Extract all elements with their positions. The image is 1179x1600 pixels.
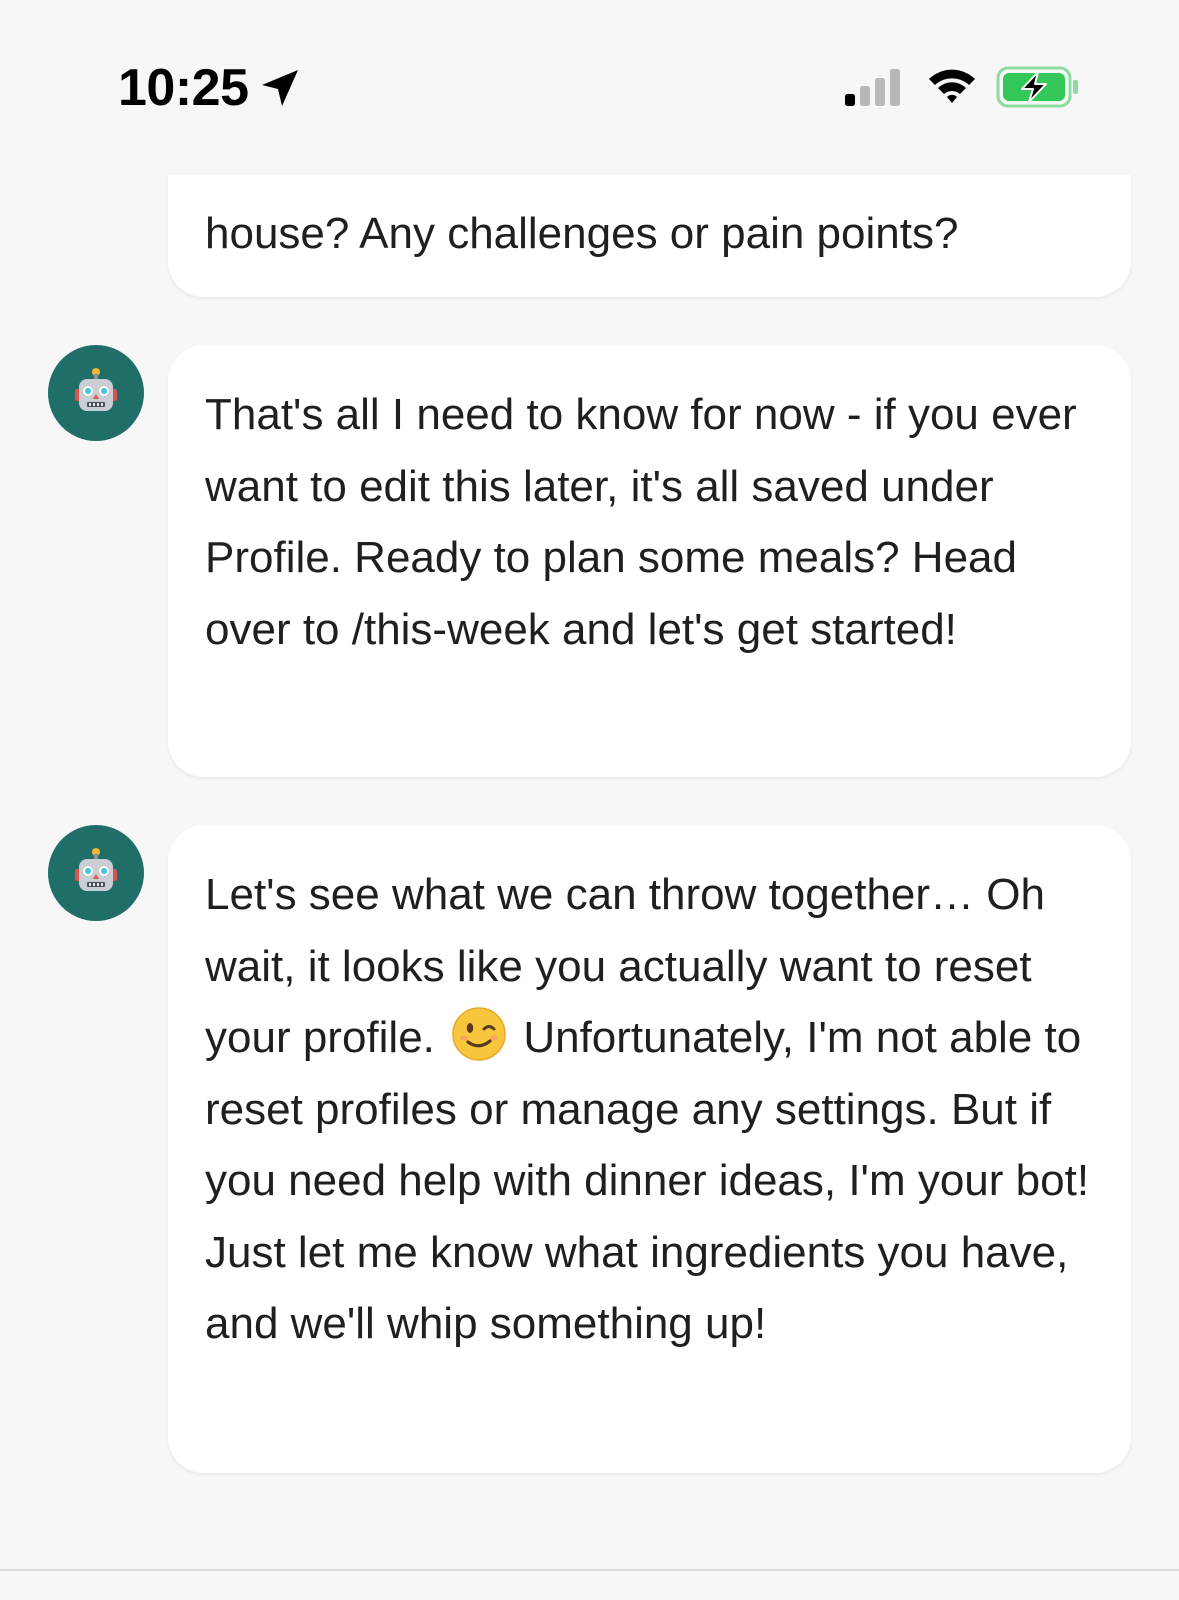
status-bar: 10:25 [0, 0, 1179, 175]
message-text: house? Any challenges or pain points? [205, 209, 959, 258]
robot-icon [75, 848, 117, 891]
message-text: Let's see what we can throw together… Oh… [205, 859, 1101, 1360]
bot-avatar [48, 345, 144, 441]
chat-thread[interactable]: house? Any challenges or pain points? Th… [0, 0, 1179, 1570]
status-time: 10:25 [118, 59, 249, 117]
cellular-signal-icon [845, 69, 900, 106]
wifi-icon [929, 69, 975, 103]
battery-charging-icon [996, 66, 1078, 108]
message-text: That's all I need to know for now - if y… [205, 390, 1077, 654]
bottom-bar [0, 1571, 1179, 1600]
location-arrow-icon [262, 70, 298, 106]
winking-face-emoji-icon [452, 1007, 506, 1061]
message-text-part: Unfortunately, I'm not able to reset pro… [205, 1013, 1090, 1348]
bot-message-bubble: Let's see what we can throw together… Oh… [168, 825, 1131, 1473]
bot-message-bubble: That's all I need to know for now - if y… [168, 345, 1131, 777]
bot-avatar [48, 825, 144, 921]
robot-icon [75, 368, 117, 411]
